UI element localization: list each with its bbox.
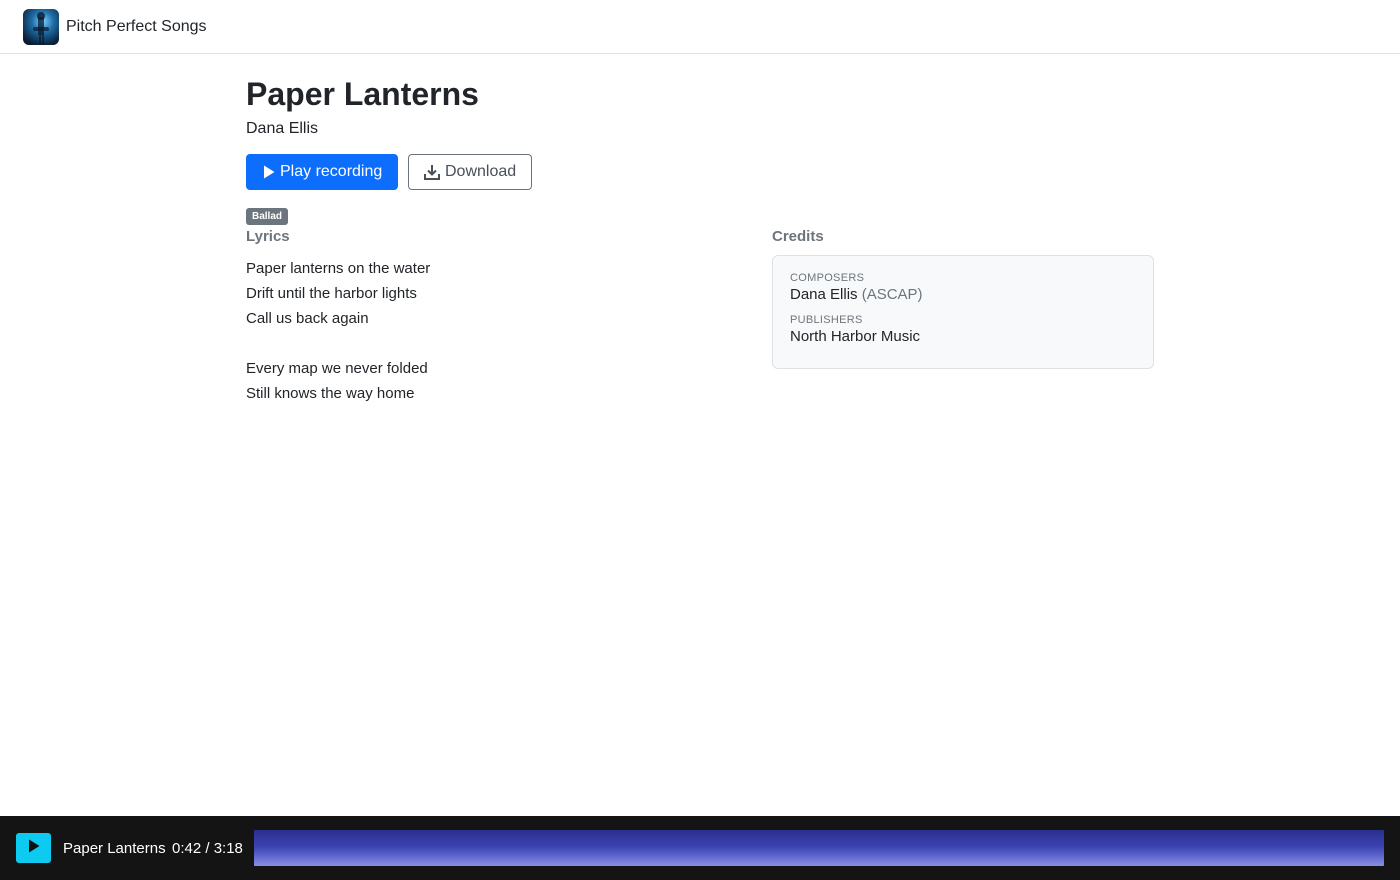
brand-logo-icon[interactable] bbox=[23, 8, 59, 45]
top-navbar: Pitch Perfect Songs bbox=[0, 0, 1400, 54]
waveform-progress bbox=[254, 830, 494, 866]
lyrics-text: Paper lanterns on the water Drift until … bbox=[246, 258, 746, 408]
credits-card: Composers Dana Ellis (ASCAP) Publishers … bbox=[772, 255, 1154, 369]
composers-label: Composers bbox=[790, 272, 865, 284]
download-button[interactable]: Download bbox=[408, 154, 532, 190]
song-artist: Dana Ellis bbox=[246, 120, 319, 137]
lyric-line: Call us back again bbox=[246, 310, 369, 327]
lyric-line: Every map we never folded bbox=[246, 360, 428, 377]
player-play-button[interactable] bbox=[16, 833, 51, 863]
play-icon bbox=[263, 165, 275, 179]
stanza-break bbox=[246, 333, 746, 358]
brand-name[interactable]: Pitch Perfect Songs bbox=[66, 18, 207, 36]
audio-player-bar: Paper Lanterns 0:42 / 3:18 bbox=[0, 816, 1400, 880]
composers-block: Composers Dana Ellis (ASCAP) bbox=[790, 272, 1136, 303]
waveform-seekbar[interactable] bbox=[254, 830, 1384, 866]
composer-pro: (ASCAP) bbox=[861, 286, 923, 303]
song-title: Paper Lanterns bbox=[246, 76, 479, 112]
genre-badge: Ballad bbox=[246, 208, 289, 225]
lyric-line: Drift until the harbor lights bbox=[246, 285, 417, 302]
publisher-name: North Harbor Music bbox=[790, 328, 921, 345]
publishers-label: Publishers bbox=[790, 314, 863, 326]
credits-heading: Credits bbox=[772, 228, 824, 245]
download-label: Download bbox=[445, 163, 517, 180]
lyric-line: Still knows the way home bbox=[246, 385, 415, 402]
publishers-block: Publishers North Harbor Music bbox=[790, 314, 1136, 345]
play-recording-label: Play recording bbox=[280, 163, 383, 180]
lyric-line: Paper lanterns on the water bbox=[246, 260, 431, 277]
player-track-title: Paper Lanterns bbox=[63, 840, 166, 857]
play-recording-button[interactable]: Play recording bbox=[246, 154, 398, 190]
download-icon bbox=[424, 164, 440, 180]
play-icon bbox=[28, 839, 40, 858]
composer-name: Dana Ellis bbox=[790, 286, 858, 303]
player-time: 0:42 / 3:18 bbox=[172, 840, 243, 857]
composer-entry: Dana Ellis (ASCAP) bbox=[790, 286, 1136, 303]
lyrics-heading: Lyrics bbox=[246, 228, 290, 245]
